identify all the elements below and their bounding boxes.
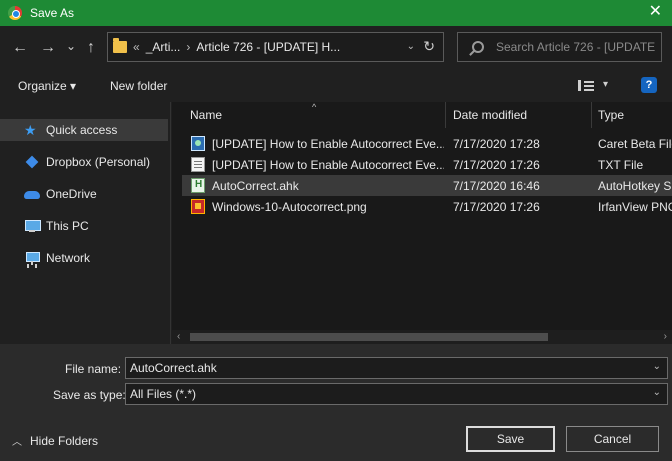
horizontal-scrollbar[interactable]: ‹ › (172, 330, 672, 344)
back-arrow-icon[interactable]: ← (12, 40, 28, 56)
hide-folders-button[interactable]: ︿ Hide Folders (12, 433, 99, 449)
file-name: [UPDATE] How to Enable Autocorrect Eve..… (212, 137, 444, 151)
chevron-down-icon[interactable]: ⌄ (653, 387, 661, 398)
new-folder-button[interactable]: New folder (110, 79, 167, 93)
sidebar-item-quick-access[interactable]: ★ Quick access (0, 119, 168, 141)
search-input[interactable] (496, 40, 656, 54)
file-type: TXT File (598, 158, 644, 172)
view-options-icon[interactable] (578, 80, 594, 91)
file-row-selected[interactable]: AutoCorrect.ahk 7/17/2020 16:46 AutoHotk… (182, 175, 672, 196)
file-row[interactable]: Windows-10-Autocorrect.png 7/17/2020 17:… (182, 196, 672, 217)
file-list: ^ Name Date modified Type [UPDATE] How t… (172, 102, 672, 344)
file-row[interactable]: [UPDATE] How to Enable Autocorrect Eve..… (182, 154, 672, 175)
save-as-type-value: All Files (*.*) (130, 387, 197, 401)
autohotkey-file-icon (191, 178, 205, 193)
file-type: AutoHotkey S (598, 179, 672, 193)
breadcrumb-separator: › (186, 40, 191, 54)
text-file-icon (191, 157, 205, 172)
file-type: IrfanView PNG (598, 200, 672, 214)
breadcrumb-item[interactable]: _Arti... (146, 40, 181, 54)
filename-field[interactable]: ⌄ (125, 357, 668, 379)
onedrive-cloud-icon (24, 187, 40, 201)
chevron-up-icon: ︿ (12, 437, 22, 448)
help-icon[interactable]: ? (641, 77, 657, 93)
navigation-pane: ★ Quick access Dropbox (Personal) OneDri… (0, 102, 171, 344)
computer-icon (24, 219, 41, 233)
file-name: [UPDATE] How to Enable Autocorrect Eve..… (212, 158, 444, 172)
sidebar-item-label: Network (46, 251, 91, 265)
column-header-name[interactable]: Name (190, 102, 445, 128)
sidebar-item-label: OneDrive (46, 187, 97, 201)
file-date: 7/17/2020 17:26 (453, 158, 540, 172)
command-toolbar (0, 70, 672, 102)
image-file-icon (191, 199, 205, 214)
organize-button[interactable]: Organize ▾ (18, 79, 76, 93)
up-arrow-icon[interactable]: ↑ (87, 40, 95, 56)
breadcrumb-item-current[interactable]: Article 726 - [UPDATE] H... (196, 40, 340, 54)
save-button[interactable]: Save (466, 426, 555, 452)
file-date: 7/17/2020 17:26 (453, 200, 540, 214)
file-row[interactable]: [UPDATE] How to Enable Autocorrect Eve..… (182, 133, 672, 154)
file-date: 7/17/2020 16:46 (453, 179, 540, 193)
forward-arrow-icon[interactable]: → (40, 40, 56, 56)
address-bar[interactable]: « _Arti... › Article 726 - [UPDATE] H...… (107, 32, 444, 62)
file-name: Windows-10-Autocorrect.png (212, 200, 367, 214)
column-divider[interactable] (591, 102, 592, 128)
quick-access-star-icon: ★ (24, 122, 37, 138)
title-bar: Save As ✕ (0, 0, 672, 26)
save-as-type-label: Save as type: (53, 388, 126, 402)
save-as-type-select[interactable]: All Files (*.*) ⌄ (125, 383, 668, 405)
sidebar-item-this-pc[interactable]: This PC (0, 215, 168, 237)
cancel-button[interactable]: Cancel (566, 426, 659, 452)
search-icon (472, 41, 484, 53)
address-dropdown-icon[interactable]: ⌄ (407, 41, 415, 52)
column-header-label: Type (598, 108, 625, 122)
column-header-date[interactable]: Date modified (453, 102, 593, 128)
filename-label: File name: (65, 362, 122, 376)
close-icon[interactable]: ✕ (649, 4, 662, 20)
view-dropdown-icon[interactable]: ▾ (603, 79, 608, 90)
sidebar-item-label: Quick access (46, 123, 118, 137)
sidebar-item-onedrive[interactable]: OneDrive (0, 183, 168, 205)
sidebar-item-network[interactable]: Network (0, 247, 168, 269)
scroll-right-icon[interactable]: › (664, 331, 667, 342)
chevron-down-icon[interactable]: ⌄ (653, 361, 661, 372)
caret-file-icon (191, 136, 205, 151)
recent-locations-chevron-icon[interactable]: ⌄ (66, 38, 76, 54)
search-box[interactable] (457, 32, 662, 62)
breadcrumb-overflow[interactable]: « (133, 40, 140, 54)
filename-input[interactable] (130, 361, 630, 375)
sidebar-item-dropbox[interactable]: Dropbox (Personal) (0, 151, 168, 173)
column-header-label: Date modified (453, 108, 528, 122)
sidebar-item-label: This PC (46, 219, 89, 233)
chrome-app-icon (8, 6, 22, 20)
column-divider[interactable] (445, 102, 446, 128)
sidebar-item-label: Dropbox (Personal) (46, 155, 151, 169)
hide-folders-label: Hide Folders (30, 433, 99, 448)
refresh-icon[interactable]: ↻ (423, 38, 435, 55)
scroll-left-icon[interactable]: ‹ (177, 331, 180, 342)
network-icon (24, 251, 40, 265)
scrollbar-thumb[interactable] (190, 333, 548, 341)
file-type: Caret Beta File (598, 137, 672, 151)
file-name: AutoCorrect.ahk (212, 179, 299, 193)
column-header-type[interactable]: Type (598, 102, 672, 128)
file-date: 7/17/2020 17:28 (453, 137, 540, 151)
folder-icon (113, 38, 127, 53)
dropbox-icon (24, 155, 40, 169)
window-title: Save As (30, 6, 75, 20)
column-header-label: Name (190, 108, 223, 122)
